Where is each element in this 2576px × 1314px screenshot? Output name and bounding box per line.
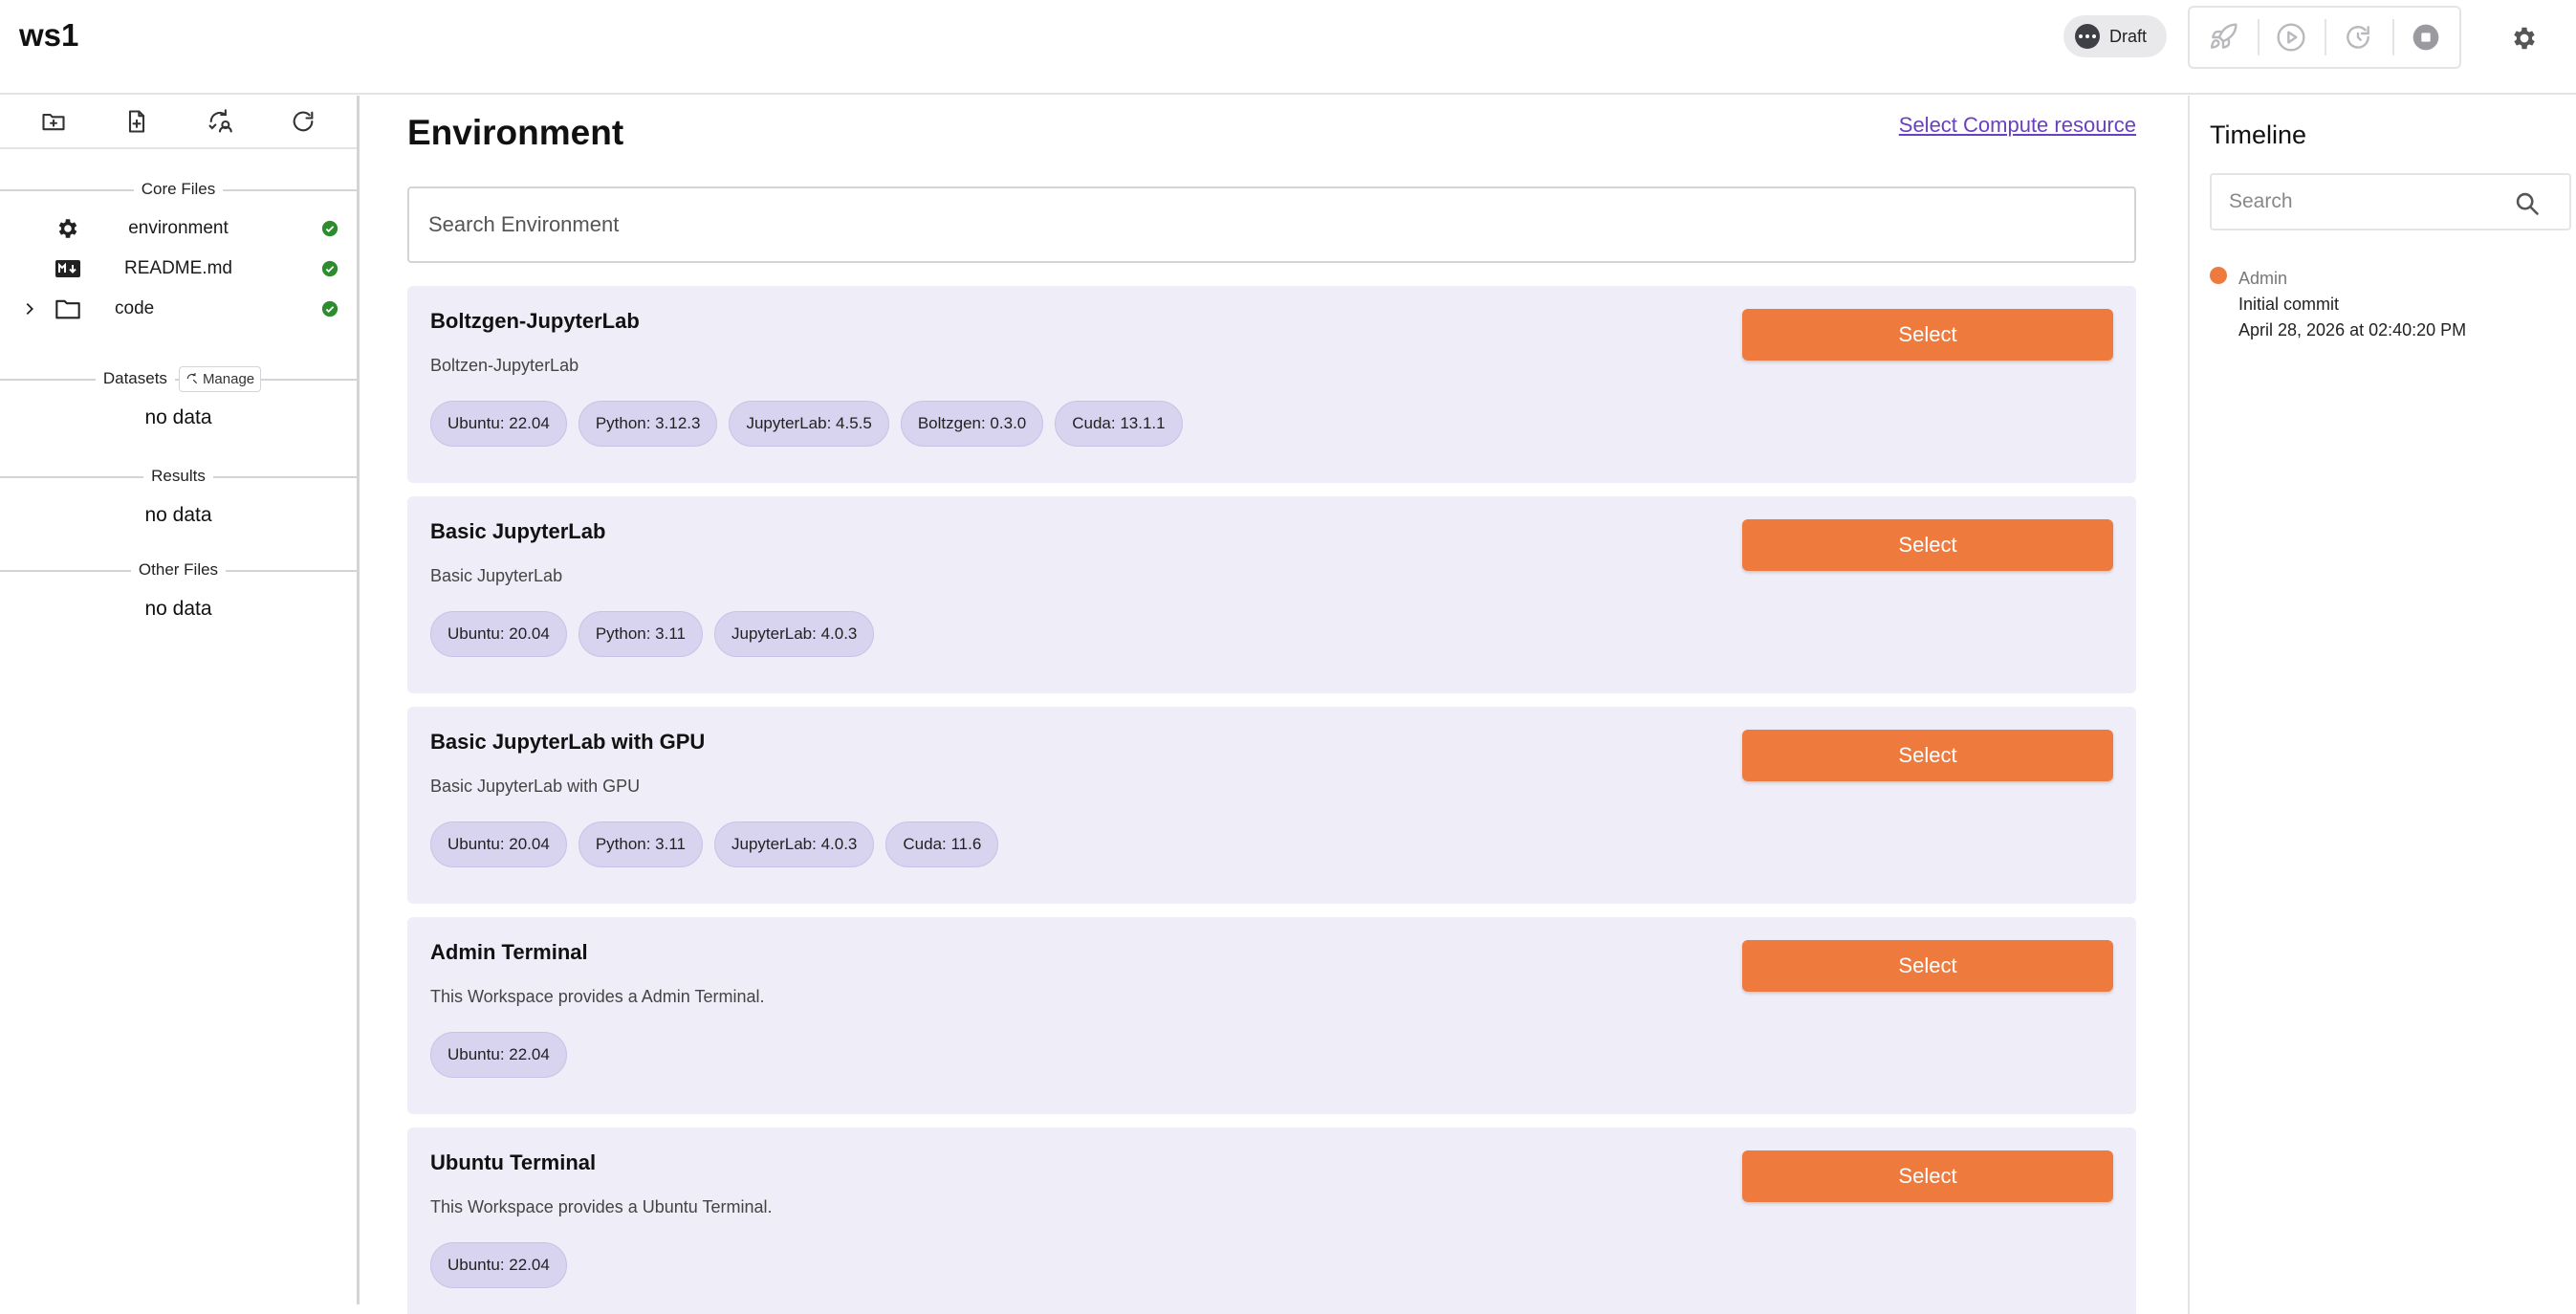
timeline-title: Timeline	[2210, 120, 2307, 149]
top-header: ws1 Draft	[0, 0, 2576, 95]
version-tag: Ubuntu: 20.04	[430, 611, 567, 657]
restart-icon	[2347, 26, 2370, 49]
rocket-icon	[2211, 23, 2238, 49]
version-tag: Python: 3.11	[578, 821, 704, 867]
workspace-title: ws1	[19, 17, 79, 53]
settings-button[interactable]	[2505, 19, 2543, 57]
deploy-button[interactable]	[2190, 8, 2258, 67]
environment-name: Basic JupyterLab with GPU	[430, 730, 706, 754]
stop-icon	[2412, 24, 2439, 51]
refresh-button[interactable]	[284, 102, 322, 141]
environment-card: Basic JupyterLab Basic JupyterLab Ubuntu…	[407, 496, 2136, 693]
file-item-environment[interactable]: environment	[0, 208, 357, 249]
run-button[interactable]	[2257, 8, 2325, 67]
version-tag: Ubuntu: 22.04	[430, 1032, 567, 1078]
stop-button[interactable]	[2391, 8, 2460, 67]
select-button[interactable]: Select	[1742, 1150, 2113, 1202]
environment-description: This Workspace provides a Ubuntu Termina…	[430, 1197, 773, 1216]
search-environment-input[interactable]	[407, 186, 2136, 263]
timeline-panel: Timeline Admin Initial commit April 28, …	[2188, 96, 2576, 1314]
version-tag: Ubuntu: 20.04	[430, 821, 567, 867]
version-tag: Boltzgen: 0.3.0	[900, 401, 1044, 447]
status-badge[interactable]: Draft	[2063, 15, 2167, 57]
file-name: environment	[128, 218, 229, 238]
new-folder-icon	[42, 113, 65, 131]
new-file-icon	[128, 110, 144, 133]
restart-button[interactable]	[2325, 8, 2392, 67]
version-tag: Cuda: 11.6	[885, 821, 999, 867]
select-button[interactable]: Select	[1742, 940, 2113, 992]
status-label: Draft	[2109, 26, 2148, 46]
environment-name: Boltzgen-JupyterLab	[430, 309, 640, 333]
core-files-header: Core Files	[0, 170, 357, 208]
check-circle-icon	[321, 260, 338, 277]
manage-icon	[186, 373, 198, 384]
version-tag: Python: 3.11	[578, 611, 704, 657]
refresh-icon	[294, 111, 314, 132]
file-name: code	[115, 298, 155, 318]
environment-card: Admin Terminal This Workspace provides a…	[407, 917, 2136, 1114]
timeline-timestamp: April 28, 2026 at 02:40:20 PM	[2238, 320, 2467, 339]
environment-panel: Environment Select Compute resource Bolt…	[362, 96, 2189, 1314]
environment-tags: Ubuntu: 20.04 Python: 3.11 JupyterLab: 4…	[430, 821, 999, 867]
select-compute-link[interactable]: Select Compute resource	[1899, 113, 2136, 138]
folder-icon	[52, 295, 84, 323]
datasets-header: Datasets Manage	[0, 360, 357, 398]
git-sync-button[interactable]	[201, 102, 239, 141]
page-title: Environment	[407, 113, 624, 152]
more-dots-icon	[2075, 24, 2100, 49]
environment-tags: Ubuntu: 20.04 Python: 3.11 JupyterLab: 4…	[430, 611, 875, 657]
timeline-search-input[interactable]	[2212, 175, 2499, 229]
environment-card: Basic JupyterLab with GPU Basic JupyterL…	[407, 707, 2136, 904]
file-name: README.md	[124, 258, 232, 278]
new-file-button[interactable]	[118, 102, 156, 141]
gear-icon	[2514, 27, 2535, 50]
environment-description: Boltzen-JupyterLab	[430, 356, 579, 375]
version-tag: JupyterLab: 4.5.5	[729, 401, 889, 447]
other-files-empty: no data	[144, 598, 212, 620]
environment-description: Basic JupyterLab	[430, 566, 563, 585]
version-tag: Python: 3.12.3	[578, 401, 718, 447]
file-sidebar: Core Files environment README.md code Da…	[0, 96, 360, 1304]
select-button[interactable]: Select	[1742, 309, 2113, 361]
environment-card: Ubuntu Terminal This Workspace provides …	[407, 1128, 2136, 1314]
environment-list: Boltzgen-JupyterLab Boltzen-JupyterLab U…	[407, 286, 2136, 1314]
environment-tags: Ubuntu: 22.04	[430, 1242, 567, 1288]
other-files-header: Other Files	[0, 551, 357, 589]
results-header: Results	[0, 457, 357, 495]
search-icon[interactable]	[2514, 190, 2541, 217]
timeline-user: Admin	[2238, 269, 2288, 288]
timeline-search	[2210, 173, 2571, 230]
environment-name: Basic JupyterLab	[430, 519, 606, 543]
file-item-readme[interactable]: README.md	[0, 249, 357, 289]
version-tag: Cuda: 13.1.1	[1055, 401, 1183, 447]
version-tag: JupyterLab: 4.0.3	[714, 821, 875, 867]
environment-name: Ubuntu Terminal	[430, 1150, 597, 1174]
results-empty: no data	[144, 504, 212, 526]
environment-description: This Workspace provides a Admin Terminal…	[430, 987, 765, 1006]
environment-name: Admin Terminal	[430, 940, 588, 964]
file-item-code[interactable]: code	[0, 289, 357, 329]
check-circle-icon	[321, 300, 338, 318]
environment-description: Basic JupyterLab with GPU	[430, 777, 641, 796]
environment-card: Boltzgen-JupyterLab Boltzen-JupyterLab U…	[407, 286, 2136, 483]
environment-tags: Ubuntu: 22.04 Python: 3.12.3 JupyterLab:…	[430, 401, 1183, 447]
timeline-message: Initial commit	[2238, 295, 2340, 314]
timeline-dot	[2210, 267, 2227, 284]
datasets-empty: no data	[144, 406, 212, 428]
workspace-actions	[2188, 6, 2461, 69]
select-button[interactable]: Select	[1742, 730, 2113, 781]
version-tag: Ubuntu: 22.04	[430, 401, 567, 447]
manage-datasets-button[interactable]: Manage	[178, 365, 262, 392]
version-tag: JupyterLab: 4.0.3	[714, 611, 875, 657]
file-toolbar	[0, 96, 357, 149]
environment-tags: Ubuntu: 22.04	[430, 1032, 567, 1078]
play-icon	[2277, 23, 2305, 52]
version-tag: Ubuntu: 22.04	[430, 1242, 567, 1288]
select-button[interactable]: Select	[1742, 519, 2113, 571]
check-circle-icon	[321, 220, 338, 237]
chevron-right-icon[interactable]	[21, 300, 38, 318]
git-sync-icon	[208, 109, 232, 133]
new-folder-button[interactable]	[34, 102, 73, 141]
